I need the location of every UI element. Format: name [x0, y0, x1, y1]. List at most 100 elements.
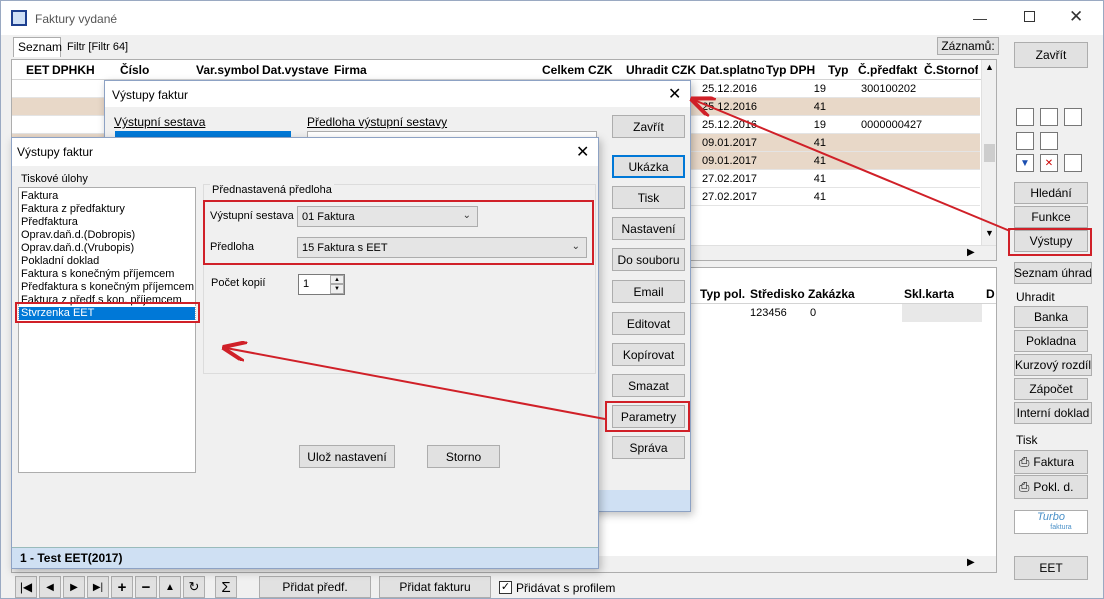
- add-record-icon[interactable]: +: [111, 576, 133, 598]
- scroll-right-icon[interactable]: ▶: [967, 247, 975, 258]
- scroll-thumb[interactable]: [984, 144, 995, 162]
- maximize-icon[interactable]: [1024, 11, 1035, 22]
- back-zavrit-button[interactable]: Zavřít: [612, 115, 685, 138]
- grid-col-header[interactable]: Typ DPH: [766, 63, 826, 77]
- items-col-header[interactable]: Zakázka: [808, 287, 855, 301]
- back-parametry-button[interactable]: Parametry: [612, 405, 685, 428]
- back-ukazka-button[interactable]: Ukázka: [612, 155, 685, 178]
- spinner-down-icon[interactable]: ▼: [330, 284, 344, 294]
- banka-button[interactable]: Banka: [1014, 306, 1088, 328]
- items-col-header[interactable]: Středisko: [750, 287, 805, 301]
- back-tisk-button[interactable]: Tisk: [612, 186, 685, 209]
- kurzovy-rozdil-button[interactable]: Kurzový rozdíl: [1014, 354, 1092, 376]
- items-col-header[interactable]: Skl.karta: [904, 287, 954, 301]
- grid-col-header[interactable]: Č.předfakt: [858, 63, 922, 77]
- sum-icon[interactable]: Σ: [215, 576, 237, 598]
- list-item[interactable]: Oprav.daň.d.(Dobropis): [19, 229, 195, 242]
- grid-col-header[interactable]: EET: [26, 63, 50, 77]
- zavrit-button[interactable]: Zavřít: [1014, 42, 1088, 68]
- grid-col-header[interactable]: Č.Stornof: [924, 63, 978, 77]
- list-item[interactable]: Faktura s konečným příjemcem: [19, 268, 195, 281]
- back-do-souboru-button[interactable]: Do souboru: [612, 248, 685, 271]
- back-smazat-button[interactable]: Smazat: [612, 374, 685, 397]
- pokladna-button[interactable]: Pokladna: [1014, 330, 1088, 352]
- storno-button[interactable]: Storno: [427, 445, 500, 468]
- eet-button[interactable]: EET: [1014, 556, 1088, 580]
- tiskove-ulohy-list[interactable]: Faktura Faktura z předfaktury Předfaktura O…: [18, 187, 196, 473]
- list-item[interactable]: Faktura: [19, 190, 195, 203]
- uloz-nastaveni-button[interactable]: Ulož nastavení: [299, 445, 395, 468]
- grid-col-header[interactable]: Celkem CZK: [542, 63, 624, 77]
- tools-icon[interactable]: [1040, 132, 1058, 150]
- list-item[interactable]: Faktura z předfaktury: [19, 203, 195, 216]
- prev-record-icon[interactable]: ◀: [39, 576, 61, 598]
- pridavat-checkbox[interactable]: ✓: [499, 581, 512, 594]
- vystupni-sestava-select[interactable]: 01 Faktura ⌄: [297, 206, 478, 227]
- scroll-up-icon[interactable]: ▲: [985, 62, 994, 72]
- pridat-fakturu-button[interactable]: Přidat fakturu: [379, 576, 491, 598]
- back-nastaveni-button[interactable]: Nastavení: [612, 217, 685, 240]
- grid-col-header[interactable]: Uhradit CZK: [626, 63, 698, 77]
- grid-col-header[interactable]: DPHKH: [52, 63, 118, 77]
- front-status-text: 1 - Test EET(2017): [20, 551, 123, 565]
- tisk-faktura-button[interactable]: ⎙ Faktura: [1014, 450, 1088, 474]
- items-col-header[interactable]: D: [986, 287, 995, 301]
- seznam-uhrad-button[interactable]: Seznam úhrad: [1014, 262, 1092, 284]
- minimize-icon[interactable]: —: [973, 10, 993, 26]
- interni-doklad-button[interactable]: Interní doklad: [1014, 402, 1092, 424]
- copy-doc-icon[interactable]: [1040, 108, 1058, 126]
- list-item[interactable]: Předfaktura s konečným příjemcem: [19, 281, 195, 294]
- chevron-down-icon: ⌄: [462, 210, 471, 221]
- vystupy-dialog-front: Výstupy faktur ✕ Tiskové úlohy Faktura Fa…: [11, 137, 599, 569]
- zaznamu-button[interactable]: Záznamů:: [937, 37, 999, 55]
- document-icon[interactable]: [1016, 108, 1034, 126]
- move-up-icon[interactable]: ▲: [159, 576, 181, 598]
- list-item[interactable]: Oprav.daň.d.(Vrubopis): [19, 242, 195, 255]
- grid-vscrollbar[interactable]: ▲ ▼: [981, 60, 996, 245]
- refresh-icon[interactable]: ↻: [183, 576, 205, 598]
- list-item[interactable]: Faktura z předf.s kon. příjemcem: [19, 294, 195, 307]
- uhradit-label: Uhradit: [1016, 290, 1055, 304]
- grid-col-header[interactable]: Firma: [334, 63, 540, 77]
- next-record-icon[interactable]: ▶: [63, 576, 85, 598]
- vystupy-button[interactable]: Výstupy: [1014, 230, 1088, 252]
- close-icon[interactable]: ✕: [1069, 7, 1083, 27]
- list-item[interactable]: Pokladní doklad: [19, 255, 195, 268]
- grid-col-header[interactable]: Dat.splatno: [700, 63, 764, 77]
- delete-record-icon[interactable]: −: [135, 576, 157, 598]
- first-record-icon[interactable]: |◀: [15, 576, 37, 598]
- grid-col-header[interactable]: Číslo: [120, 63, 194, 77]
- predloha-select[interactable]: 15 Faktura s EET ⌄: [297, 237, 587, 258]
- preview-icon[interactable]: [1016, 132, 1034, 150]
- front-dialog-close-icon[interactable]: ✕: [576, 142, 589, 162]
- back-email-button[interactable]: Email: [612, 280, 685, 303]
- funkce-button[interactable]: Funkce: [1014, 206, 1088, 228]
- pridat-predf-button[interactable]: Přidat předf.: [259, 576, 371, 598]
- back-editovat-button[interactable]: Editovat: [612, 312, 685, 335]
- hledani-button[interactable]: Hledání: [1014, 182, 1088, 204]
- filter-remove-icon[interactable]: ✕: [1040, 154, 1058, 172]
- list-item[interactable]: Stvrzenka EET: [18, 306, 196, 321]
- multi-doc-icon[interactable]: [1064, 108, 1082, 126]
- filter-icon[interactable]: ▼: [1016, 154, 1034, 172]
- tab-seznam[interactable]: Seznam: [13, 37, 62, 57]
- pocet-kopii-input[interactable]: 1 ▲ ▼: [298, 274, 345, 295]
- back-kopirovat-button[interactable]: Kopírovat: [612, 343, 685, 366]
- tisk-pokl-button[interactable]: ⎙ Pokl. d.: [1014, 475, 1088, 499]
- grid-col-header[interactable]: Var.symbol: [196, 63, 260, 77]
- tab-filtr[interactable]: Filtr [Filtr 64]: [63, 40, 132, 54]
- last-record-icon[interactable]: ▶|: [87, 576, 109, 598]
- spinner-up-icon[interactable]: ▲: [330, 275, 344, 284]
- zapocet-button[interactable]: Zápočet: [1014, 378, 1088, 400]
- back-dialog-close-icon[interactable]: ✕: [668, 84, 681, 104]
- export-icon[interactable]: [1064, 154, 1082, 172]
- turbo-faktura-button[interactable]: Turbo faktura: [1014, 510, 1088, 534]
- grid-col-header[interactable]: Typ: [828, 63, 856, 77]
- items-col-header[interactable]: Typ pol.: [700, 287, 745, 301]
- chevron-down-icon: ⌄: [571, 241, 580, 252]
- scroll-down-icon[interactable]: ▼: [985, 228, 994, 238]
- back-sprava-button[interactable]: Správa: [612, 436, 685, 459]
- grid-col-header[interactable]: Dat.vystave: [262, 63, 332, 77]
- list-item[interactable]: Předfaktura: [19, 216, 195, 229]
- items-scroll-right-icon[interactable]: ▶: [967, 557, 975, 568]
